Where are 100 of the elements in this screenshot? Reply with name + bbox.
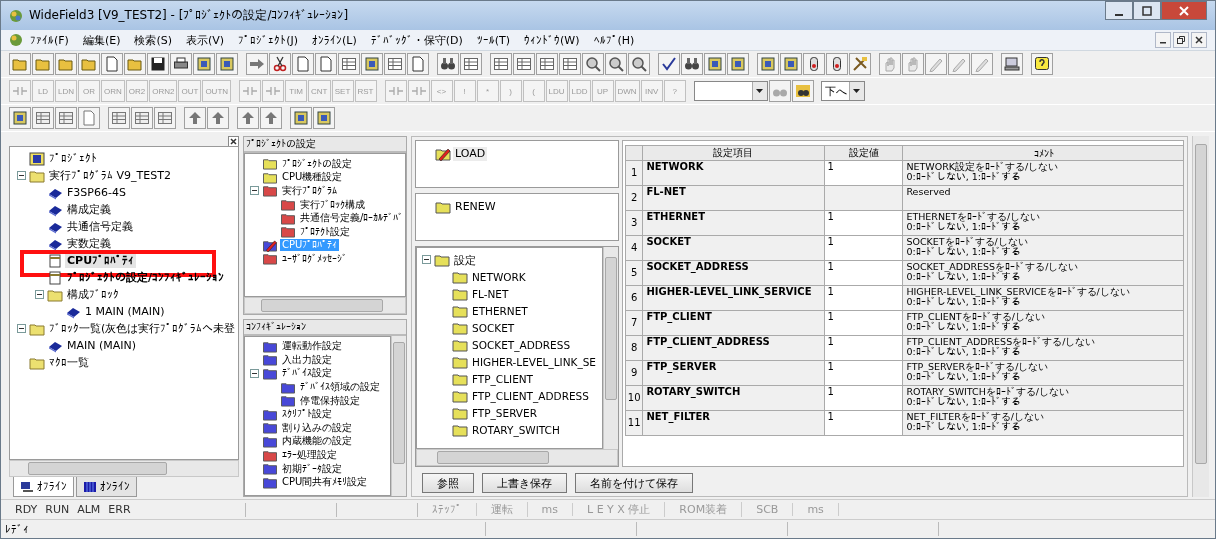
value-cell[interactable]: 1 xyxy=(824,235,903,261)
tree-item[interactable]: NETWORK xyxy=(470,269,528,284)
toolbar-button[interactable] xyxy=(1031,53,1053,75)
column-header[interactable]: 設定値 xyxy=(824,145,903,161)
tree-item[interactable]: 初期ﾃﾞｰﾀ設定 xyxy=(280,462,344,475)
maximize-button[interactable] xyxy=(1133,1,1161,20)
expand-toggle[interactable] xyxy=(250,186,259,196)
tree-item[interactable]: CPU間共有ﾒﾓﾘ設定 xyxy=(280,476,370,489)
tree-item[interactable]: ﾌﾞﾛｯｸ一覧(灰色は実行ﾌﾟﾛｸﾞﾗﾑへ未登 xyxy=(47,321,238,336)
tree-item[interactable]: SOCKET_ADDRESS xyxy=(470,337,573,352)
menu-item[interactable]: ﾌｧｲﾙ(F) xyxy=(23,33,76,47)
list-item[interactable]: LOAD xyxy=(453,146,488,161)
value-cell[interactable]: 1 xyxy=(824,160,903,186)
restore-button[interactable] xyxy=(1173,32,1189,48)
tree-item[interactable]: 割り込みの設定 xyxy=(280,421,354,434)
tree-item[interactable]: 実数定義 xyxy=(65,236,113,251)
toolbar-button[interactable] xyxy=(605,53,627,75)
direction-dropdown[interactable]: 下へ xyxy=(820,81,865,101)
tree-item[interactable]: 設定 xyxy=(452,252,478,267)
vertical-scrollbar[interactable] xyxy=(391,335,406,496)
value-cell[interactable]: 1 xyxy=(824,335,903,361)
value-cell[interactable]: 1 xyxy=(824,285,903,311)
tree-item[interactable]: ﾌﾟﾛｼﾞｪｸﾄの設定 xyxy=(280,157,354,170)
tree-item[interactable]: MAIN (MAIN) xyxy=(65,338,139,353)
action-button[interactable]: 上書き保存 xyxy=(482,473,567,493)
tree-item[interactable]: SOCKET xyxy=(470,320,517,335)
horizontal-scrollbar[interactable] xyxy=(9,460,239,477)
toolbar-button[interactable] xyxy=(437,53,459,75)
toolbar-button[interactable] xyxy=(791,80,814,102)
tree-item[interactable]: 1 MAIN (MAIN) xyxy=(83,304,167,319)
toolbar-button[interactable] xyxy=(803,53,825,75)
tree-item[interactable]: FTP_SERVER xyxy=(470,405,539,420)
tree-item[interactable]: ｽｸﾘﾌﾟﾄ設定 xyxy=(280,408,334,421)
tree-item[interactable]: 運転動作設定 xyxy=(280,340,344,353)
tree-item[interactable]: 入出力設定 xyxy=(280,353,334,366)
toolbar-button[interactable] xyxy=(681,53,703,75)
column-header[interactable]: 設定項目 xyxy=(642,145,825,161)
menu-item[interactable]: ｵﾝﾗｲﾝ(L) xyxy=(305,33,364,47)
tab[interactable]: ｵﾌﾗｲﾝ xyxy=(13,477,74,497)
toolbar-button[interactable] xyxy=(658,53,680,75)
column-header[interactable]: ｺﾒﾝﾄ xyxy=(902,145,1183,161)
tree-item[interactable]: ﾃﾞﾊﾞｲｽ領域の設定 xyxy=(298,381,382,394)
tree-item[interactable]: 停電保持設定 xyxy=(298,394,362,407)
toolbar-button[interactable] xyxy=(582,53,604,75)
tree-item[interactable]: ﾌﾟﾛﾃｸﾄ設定 xyxy=(298,225,352,238)
expand-toggle[interactable] xyxy=(250,369,259,378)
close-button[interactable] xyxy=(1191,32,1207,48)
tree-item[interactable]: 共通信号定義 xyxy=(65,219,135,234)
tree-item[interactable]: FTP_CLIENT xyxy=(470,371,536,386)
tree-item[interactable]: 内蔵機能の設定 xyxy=(280,435,354,448)
menu-item[interactable]: ﾌﾟﾛｼﾞｪｸﾄ(J) xyxy=(231,33,305,47)
tree-item[interactable]: ROTARY_SWITCH xyxy=(470,422,562,437)
tree-item[interactable]: FTP_CLIENT_ADDRESS xyxy=(470,388,591,403)
value-cell[interactable]: 1 xyxy=(824,385,903,411)
search-combo[interactable] xyxy=(693,81,768,101)
tree-item[interactable]: 実行ﾌﾟﾛｸﾞﾗﾑ V9_TEST2 xyxy=(47,168,173,183)
horizontal-scrollbar[interactable] xyxy=(416,449,618,466)
tree-item[interactable]: HIGHER-LEVEL_LINK_SE xyxy=(470,354,598,369)
expand-toggle[interactable] xyxy=(17,171,26,180)
menu-item[interactable]: 検索(S) xyxy=(127,32,180,48)
value-cell[interactable]: 1 xyxy=(824,310,903,336)
tree-item[interactable]: ETHERNET xyxy=(470,303,530,318)
menu-item[interactable]: 表示(V) xyxy=(179,32,232,48)
tree-item[interactable]: F3SP66-4S xyxy=(65,185,128,200)
tree-item[interactable]: ﾌﾟﾛｼﾞｪｸﾄ xyxy=(47,151,99,166)
minimize-button[interactable] xyxy=(1105,1,1133,20)
tree-item[interactable]: ﾏｸﾛ一覧 xyxy=(47,355,91,370)
vertical-scrollbar[interactable] xyxy=(603,247,618,449)
expand-toggle[interactable] xyxy=(17,324,26,333)
toolbar-button[interactable] xyxy=(147,53,169,75)
expand-toggle[interactable] xyxy=(35,290,44,299)
tree-item[interactable]: CPU機種設定 xyxy=(280,171,345,184)
menu-item[interactable]: ﾂｰﾙ(T) xyxy=(469,33,518,47)
toolbar-button[interactable] xyxy=(269,53,291,75)
list-item[interactable]: RENEW xyxy=(453,199,498,214)
menu-item[interactable]: ｳｨﾝﾄﾞｳ(W) xyxy=(517,33,587,47)
toolbar-button[interactable] xyxy=(170,53,192,75)
tree-item[interactable]: ｴﾗｰ処理設定 xyxy=(280,449,339,462)
tree-item[interactable]: FL-NET xyxy=(470,286,511,301)
tab[interactable]: ｵﾝﾗｲﾝ xyxy=(76,477,137,497)
value-cell[interactable]: 1 xyxy=(824,210,903,236)
vertical-scrollbar[interactable] xyxy=(1192,136,1209,497)
tree-item[interactable]: ﾕｰｻﾞﾛｸﾞﾒｯｾｰｼﾞ xyxy=(280,252,349,265)
tree-item[interactable]: 構成定義 xyxy=(65,202,113,217)
tree-item[interactable]: ﾃﾞﾊﾞｲｽ設定 xyxy=(280,367,334,380)
value-cell[interactable]: 1 xyxy=(824,360,903,386)
menu-item[interactable]: ﾃﾞﾊﾞｯｸﾞ・保守(D) xyxy=(363,32,470,48)
expand-toggle[interactable] xyxy=(422,255,431,264)
value-cell[interactable]: 1 xyxy=(824,260,903,286)
tree-item[interactable]: 実行ﾌﾟﾛｸﾞﾗﾑ xyxy=(280,185,339,197)
action-button[interactable]: 参照 xyxy=(422,473,474,493)
toolbar-button[interactable] xyxy=(628,53,650,75)
action-button[interactable]: 名前を付けて保存 xyxy=(575,473,693,493)
minimize-button[interactable] xyxy=(1155,32,1171,48)
value-cell[interactable]: 1 xyxy=(824,410,903,436)
tree-item[interactable]: 実行ﾌﾞﾛｯｸ構成 xyxy=(298,198,367,211)
menu-item[interactable]: 編集(E) xyxy=(75,32,128,48)
menu-item[interactable]: ﾍﾙﾌﾟ(H) xyxy=(586,33,642,47)
toolbar-button[interactable] xyxy=(826,53,848,75)
tree-item[interactable]: 構成ﾌﾞﾛｯｸ xyxy=(65,287,121,302)
